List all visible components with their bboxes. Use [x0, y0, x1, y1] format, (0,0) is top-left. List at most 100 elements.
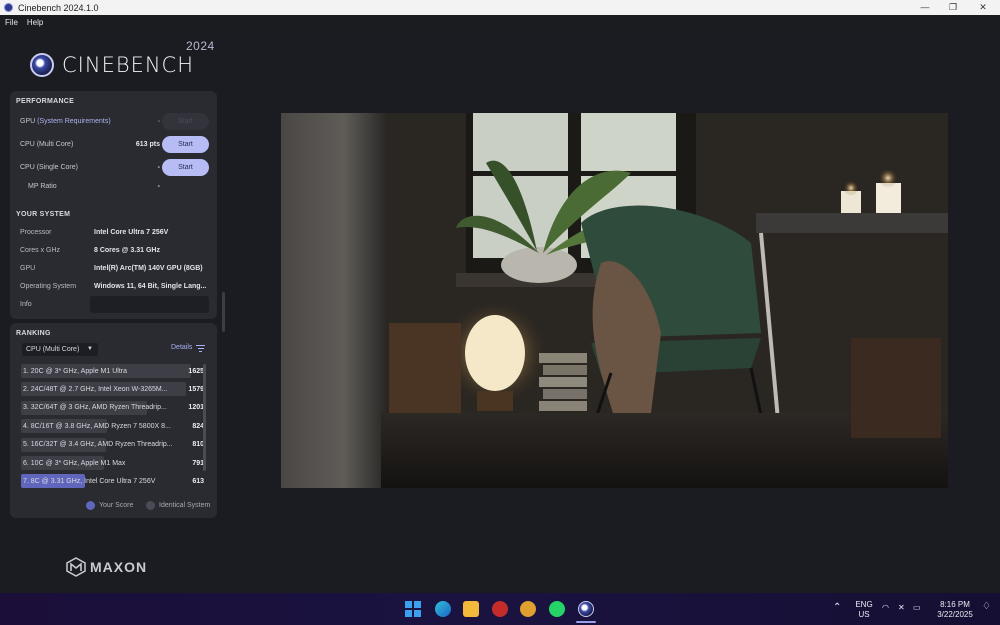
- cpu-single-start-button[interactable]: Start: [162, 158, 209, 176]
- ranking-scrollbar[interactable]: [203, 364, 206, 471]
- info-field[interactable]: [90, 296, 209, 313]
- ranking-panel: RANKING CPU (Multi Core) ▼ Details 1. 20…: [10, 323, 217, 518]
- cinebench-logo: CINEBENCH 2024: [30, 39, 214, 80]
- cpu-single-label: CPU (Single Core): [20, 163, 78, 171]
- maxon-mark-icon: [66, 557, 86, 577]
- your-score-swatch: [86, 501, 95, 510]
- system-panel: YOUR SYSTEM Processor Intel Core Ultra 7…: [10, 204, 217, 319]
- perf-row-multi: CPU (Multi Core) 613 pts Start: [10, 135, 217, 153]
- ranking-row-score: 1625: [188, 367, 204, 375]
- solidworks-icon[interactable]: [492, 601, 508, 617]
- whatsapp-icon[interactable]: [549, 601, 565, 617]
- ranking-row[interactable]: 1. 20C @ 3* GHz, Apple M1 Ultra 1625: [21, 364, 206, 378]
- ranking-row-name: 2. 24C/48T @ 2.7 GHz, Intel Xeon W-3265M…: [23, 385, 168, 393]
- system-row: Operating System Windows 11, 64 Bit, Sin…: [10, 278, 217, 295]
- windows-taskbar: ⌃ ENG US ◠ ✕ ▭ 8:16 PM 3/22/2025 ♢: [0, 593, 1000, 625]
- edge-browser-icon[interactable]: [435, 601, 451, 617]
- system-requirements-link[interactable]: (System Requirements): [37, 118, 111, 125]
- ranking-row-name: 6. 10C @ 3* GHz, Apple M1 Max: [23, 459, 126, 467]
- perf-row-single: CPU (Single Core) - Start: [10, 158, 217, 176]
- minimize-button[interactable]: —: [910, 0, 940, 15]
- legend-your-score: Your Score: [86, 501, 133, 510]
- system-key: Cores x GHz: [20, 247, 61, 254]
- ranking-row[interactable]: 2. 24C/48T @ 2.7 GHz, Intel Xeon W-3265M…: [21, 382, 206, 397]
- ranking-row[interactable]: 5. 16C/32T @ 3.4 GHz, AMD Ryzen Threadri…: [21, 437, 206, 452]
- logo-year: 2024: [186, 39, 215, 53]
- perf-row-mp: MP Ratio -: [10, 177, 217, 195]
- ranking-type-select[interactable]: CPU (Multi Core) ▼: [22, 343, 98, 356]
- cinebench-sphere-icon: [30, 53, 54, 77]
- close-button[interactable]: ✕: [968, 0, 998, 15]
- gpu-label-prefix: GPU: [20, 117, 36, 125]
- ranking-row[interactable]: 6. 10C @ 3* GHz, Apple M1 Max 791: [21, 456, 206, 470]
- maximize-button[interactable]: ❐: [938, 0, 968, 15]
- maxon-wordmark: MAXON: [90, 559, 148, 575]
- ranking-row-score: 1201: [188, 404, 204, 412]
- system-value: Intel Core Ultra 7 256V: [94, 229, 169, 236]
- system-key: GPU: [20, 265, 36, 272]
- caret-down-icon: ▼: [87, 346, 93, 352]
- system-key: Operating System: [20, 283, 77, 290]
- mp-ratio-label: MP Ratio: [28, 182, 57, 190]
- wifi-icon[interactable]: ◠: [882, 603, 889, 613]
- language-indicator[interactable]: ENG US: [852, 600, 876, 620]
- main-area: CINEBENCH 2024 PERFORMANCE GPU (System R…: [0, 30, 1000, 593]
- gpu-start-button[interactable]: Start: [162, 112, 209, 130]
- ranking-row[interactable]: 3. 32C/64T @ 3 GHz, AMD Ryzen Threadrip.…: [21, 400, 206, 415]
- ranking-row[interactable]: 4. 8C/16T @ 3.8 GHz, AMD Ryzen 7 5800X 8…: [21, 419, 206, 434]
- system-row: GPU Intel(R) Arc(TM) 140V GPU (8GB): [10, 260, 217, 277]
- cpu-multi-start-button[interactable]: Start: [162, 135, 209, 153]
- gpu-label: GPU (System Requirements): [20, 118, 111, 125]
- menu-file[interactable]: File: [5, 18, 18, 27]
- notification-bell-icon[interactable]: ♢: [982, 602, 991, 612]
- legend-your-score-label: Your Score: [99, 502, 134, 509]
- system-row: Info: [10, 296, 217, 313]
- ranking-row-score: 613: [192, 477, 204, 485]
- ranking-row-name: 1. 20C @ 3* GHz, Apple M1 Ultra: [23, 367, 127, 375]
- panel-scrollbar[interactable]: [222, 292, 225, 332]
- render-scene-image: [281, 113, 948, 488]
- volume-muted-icon[interactable]: ✕: [898, 603, 905, 613]
- maxon-logo: MAXON: [66, 557, 147, 577]
- system-value: Intel(R) Arc(TM) 140V GPU (8GB): [94, 265, 203, 272]
- ranking-row-name: 3. 32C/64T @ 3 GHz, AMD Ryzen Threadrip.…: [23, 404, 167, 412]
- menu-bar: File Help: [0, 15, 1000, 30]
- cinebench-taskbar-icon[interactable]: [578, 601, 594, 617]
- winbench-icon[interactable]: [520, 601, 536, 617]
- language-code: ENG: [855, 600, 873, 609]
- ranking-row-name: 5. 16C/32T @ 3.4 GHz, AMD Ryzen Threadri…: [23, 441, 173, 449]
- filter-icon[interactable]: [196, 345, 205, 352]
- clock-time: 8:16 PM: [940, 600, 970, 609]
- system-value: Windows 11, 64 Bit, Single Lang...: [94, 283, 207, 290]
- system-title: YOUR SYSTEM: [16, 211, 71, 218]
- gpu-score: -: [157, 117, 160, 125]
- performance-title: PERFORMANCE: [16, 98, 75, 105]
- ranking-select-value: CPU (Multi Core): [26, 346, 80, 353]
- active-app-indicator: [576, 621, 596, 623]
- ranking-row[interactable]: 7. 8C @ 3.31 GHz, Intel Core Ultra 7 256…: [21, 474, 206, 489]
- details-link[interactable]: Details: [171, 344, 192, 351]
- windows-start-icon[interactable]: [405, 601, 421, 617]
- menu-help[interactable]: Help: [27, 18, 43, 27]
- region-code: US: [858, 610, 870, 619]
- tray-chevron-icon[interactable]: ⌃: [833, 603, 841, 613]
- window-titlebar: Cinebench 2024.1.0 — ❐ ✕: [0, 0, 1000, 15]
- system-row: Cores x GHz 8 Cores @ 3.31 GHz: [10, 242, 217, 259]
- logo-wordmark: CINEBENCH: [62, 53, 195, 77]
- battery-icon[interactable]: ▭: [913, 603, 921, 613]
- cpu-multi-label: CPU (Multi Core): [20, 140, 74, 148]
- mp-ratio-value: -: [157, 182, 160, 190]
- file-explorer-icon[interactable]: [463, 601, 479, 617]
- system-key: Info: [20, 301, 32, 308]
- window-title: Cinebench 2024.1.0: [18, 2, 99, 13]
- clock-date: 3/22/2025: [937, 610, 973, 619]
- clock[interactable]: 8:16 PM 3/22/2025: [933, 600, 977, 620]
- ranking-row-score: 1579: [188, 385, 204, 393]
- legend-identical: Identical System: [146, 501, 210, 510]
- identical-swatch: [146, 501, 155, 510]
- ranking-title: RANKING: [16, 330, 51, 337]
- legend-identical-label: Identical System: [159, 502, 211, 509]
- cpu-multi-score: 613 pts: [135, 140, 160, 148]
- ranking-row-name: 4. 8C/16T @ 3.8 GHz, AMD Ryzen 7 5800X 8…: [23, 422, 171, 430]
- perf-row-gpu: GPU (System Requirements) - Start: [10, 112, 217, 130]
